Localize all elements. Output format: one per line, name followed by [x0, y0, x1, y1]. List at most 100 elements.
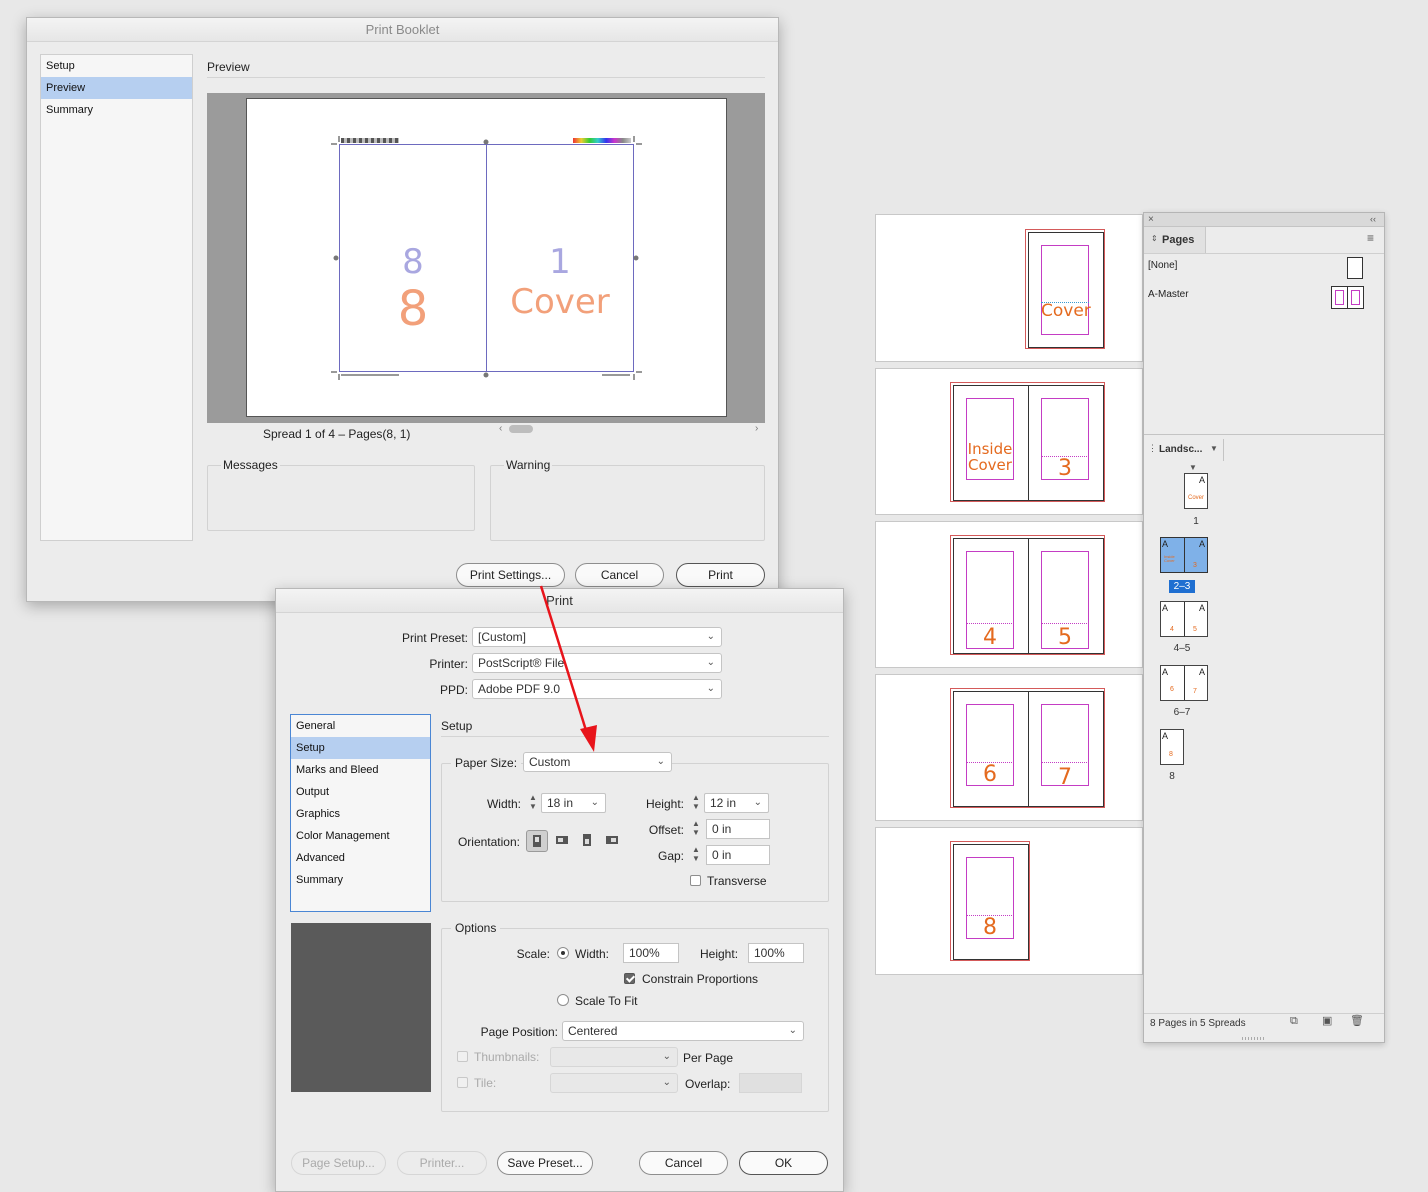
thumb-page-1[interactable]: A Cover [1184, 473, 1208, 509]
none-master-label[interactable]: [None] [1148, 261, 1177, 271]
none-master-thumb[interactable] [1347, 257, 1363, 279]
thumb-spread-2-3[interactable]: A A Inside Cover 3 [1160, 537, 1208, 573]
page-5[interactable]: 5 [1028, 538, 1104, 654]
gap-stepper[interactable]: ▲ ▼ [690, 845, 702, 865]
nav-item-summary[interactable]: Summary [291, 869, 430, 891]
print-settings-button[interactable]: Print Settings... [456, 563, 565, 587]
nav-item-general[interactable]: General [291, 715, 430, 737]
nav-item-summary[interactable]: Summary [41, 99, 192, 121]
booklet-nav-list: Setup Preview Summary [40, 54, 193, 541]
collapse-icon[interactable]: ‹‹ [1370, 215, 1376, 224]
per-page-label: Per Page [683, 1051, 734, 1065]
chevron-down-icon: ⌄ [706, 683, 715, 694]
dialog-title: Print [276, 589, 843, 613]
overlap-field[interactable] [739, 1073, 802, 1093]
pages-tab[interactable]: ⇕ Pages [1144, 227, 1206, 253]
printer-button[interactable]: Printer... [397, 1151, 487, 1175]
tile-checkbox[interactable] [457, 1077, 468, 1088]
divider [441, 736, 829, 737]
preview-scrollbar[interactable]: ‹ › [495, 424, 765, 434]
chevron-down-icon[interactable]: ▼ [1210, 445, 1218, 453]
chevron-down-icon: ⌄ [753, 797, 762, 808]
cancel-button[interactable]: Cancel [575, 563, 664, 587]
scroll-right-icon[interactable]: › [755, 424, 758, 434]
master-letter-left: A [1162, 603, 1169, 613]
thumb-page-8[interactable]: A 8 [1160, 729, 1184, 765]
spread-1[interactable]: Cover [875, 214, 1143, 362]
printer-value: PostScript® File [478, 656, 565, 670]
spread-4-5[interactable]: 4 5 [875, 521, 1143, 668]
master-letter: A [1162, 731, 1169, 741]
chevron-down-icon: ⌄ [706, 631, 715, 642]
page-8[interactable]: 8 [953, 844, 1029, 960]
offset-label: Offset: [648, 823, 684, 837]
height-field[interactable]: 12 in ⌄ [704, 793, 769, 813]
chevron-down-icon: ⌄ [656, 756, 665, 767]
save-preset-button[interactable]: Save Preset... [497, 1151, 593, 1175]
scale-height-label: Height: [700, 947, 739, 961]
cancel-button[interactable]: Cancel [639, 1151, 728, 1175]
a-master-label[interactable]: A-Master [1148, 290, 1189, 300]
scale-to-fit-radio[interactable] [557, 994, 569, 1006]
view-menu[interactable]: Landsc... [1159, 445, 1202, 455]
new-page-icon[interactable]: ▣ [1322, 1016, 1332, 1027]
print-preset-value: [Custom] [478, 630, 527, 644]
thumbnails-select[interactable]: ⌄ [550, 1047, 678, 1067]
tile-select[interactable]: ⌄ [550, 1073, 678, 1093]
thumb-spread-6-7[interactable]: A A 6 7 [1160, 665, 1208, 701]
height-stepper[interactable]: ▲ ▼ [690, 793, 702, 813]
nav-item-marks-bleed[interactable]: Marks and Bleed [291, 759, 430, 781]
printer-select[interactable]: PostScript® File ⌄ [472, 653, 722, 673]
constrain-proportions-checkbox[interactable] [624, 973, 635, 984]
section-title: Preview [207, 60, 250, 74]
page-4[interactable]: 4 [953, 538, 1029, 654]
thumb-spread-4-5[interactable]: A A 4 5 [1160, 601, 1208, 637]
trash-icon[interactable]: 🗑 [1350, 1016, 1364, 1027]
page-setup-button[interactable]: Page Setup... [291, 1151, 386, 1175]
a-master-thumb[interactable] [1331, 286, 1364, 309]
page-2[interactable]: Inside Cover [953, 385, 1029, 501]
nav-item-setup[interactable]: Setup [291, 737, 430, 759]
transverse-label: Transverse [707, 874, 767, 888]
nav-item-preview[interactable]: Preview [41, 77, 192, 99]
ppd-select[interactable]: Adobe PDF 9.0 ⌄ [472, 679, 722, 699]
scroll-left-icon[interactable]: ‹ [499, 424, 502, 434]
printer-label: Printer: [429, 657, 468, 671]
page-6[interactable]: 6 [953, 691, 1029, 807]
page-3[interactable]: 3 [1028, 385, 1104, 501]
panel-menu-icon[interactable]: ≡ [1367, 232, 1374, 244]
thumb-label-2-3[interactable]: 2–3 [1169, 580, 1195, 593]
ok-button[interactable]: OK [739, 1151, 828, 1175]
thumb-inside: Inside Cover [1164, 554, 1175, 564]
scale-width-field[interactable]: 100% [623, 943, 679, 963]
spread-8[interactable]: 8 [875, 827, 1143, 975]
spread-2-3[interactable]: Inside Cover 3 [875, 368, 1143, 515]
offset-stepper[interactable]: ▲ ▼ [690, 819, 702, 839]
scroll-thumb[interactable] [509, 425, 533, 433]
thumbnails-checkbox[interactable] [457, 1051, 468, 1062]
master-letter-right: A [1198, 603, 1205, 613]
print-button[interactable]: Print [676, 563, 765, 587]
spine [1184, 666, 1185, 700]
resize-grip[interactable] [1242, 1037, 1264, 1040]
page-position-select[interactable]: Centered ⌄ [562, 1021, 804, 1041]
gap-field[interactable]: 0 in [706, 845, 770, 865]
paper-size-select[interactable]: Custom ⌄ [523, 752, 672, 772]
thumb-label-8: 8 [1169, 771, 1175, 782]
page-1[interactable]: Cover [1028, 232, 1104, 348]
spine [1347, 287, 1348, 308]
close-icon[interactable]: × [1148, 215, 1154, 225]
scale-width-radio[interactable] [557, 947, 569, 959]
thumb-cover: Cover [1187, 495, 1204, 501]
edit-page-size-icon[interactable]: ⧉ [1290, 1016, 1298, 1027]
master-letter-left: A [1162, 539, 1169, 549]
transverse-checkbox[interactable] [690, 875, 701, 886]
page-7[interactable]: 7 [1028, 691, 1104, 807]
offset-field[interactable]: 0 in [706, 819, 770, 839]
nav-item-setup[interactable]: Setup [41, 55, 192, 77]
print-preset-select[interactable]: [Custom] ⌄ [472, 627, 722, 647]
section-title: Setup [441, 719, 473, 733]
scale-height-field[interactable]: 100% [748, 943, 804, 963]
thumb-num-7: 7 [1193, 688, 1197, 695]
spread-6-7[interactable]: 6 7 [875, 674, 1143, 821]
